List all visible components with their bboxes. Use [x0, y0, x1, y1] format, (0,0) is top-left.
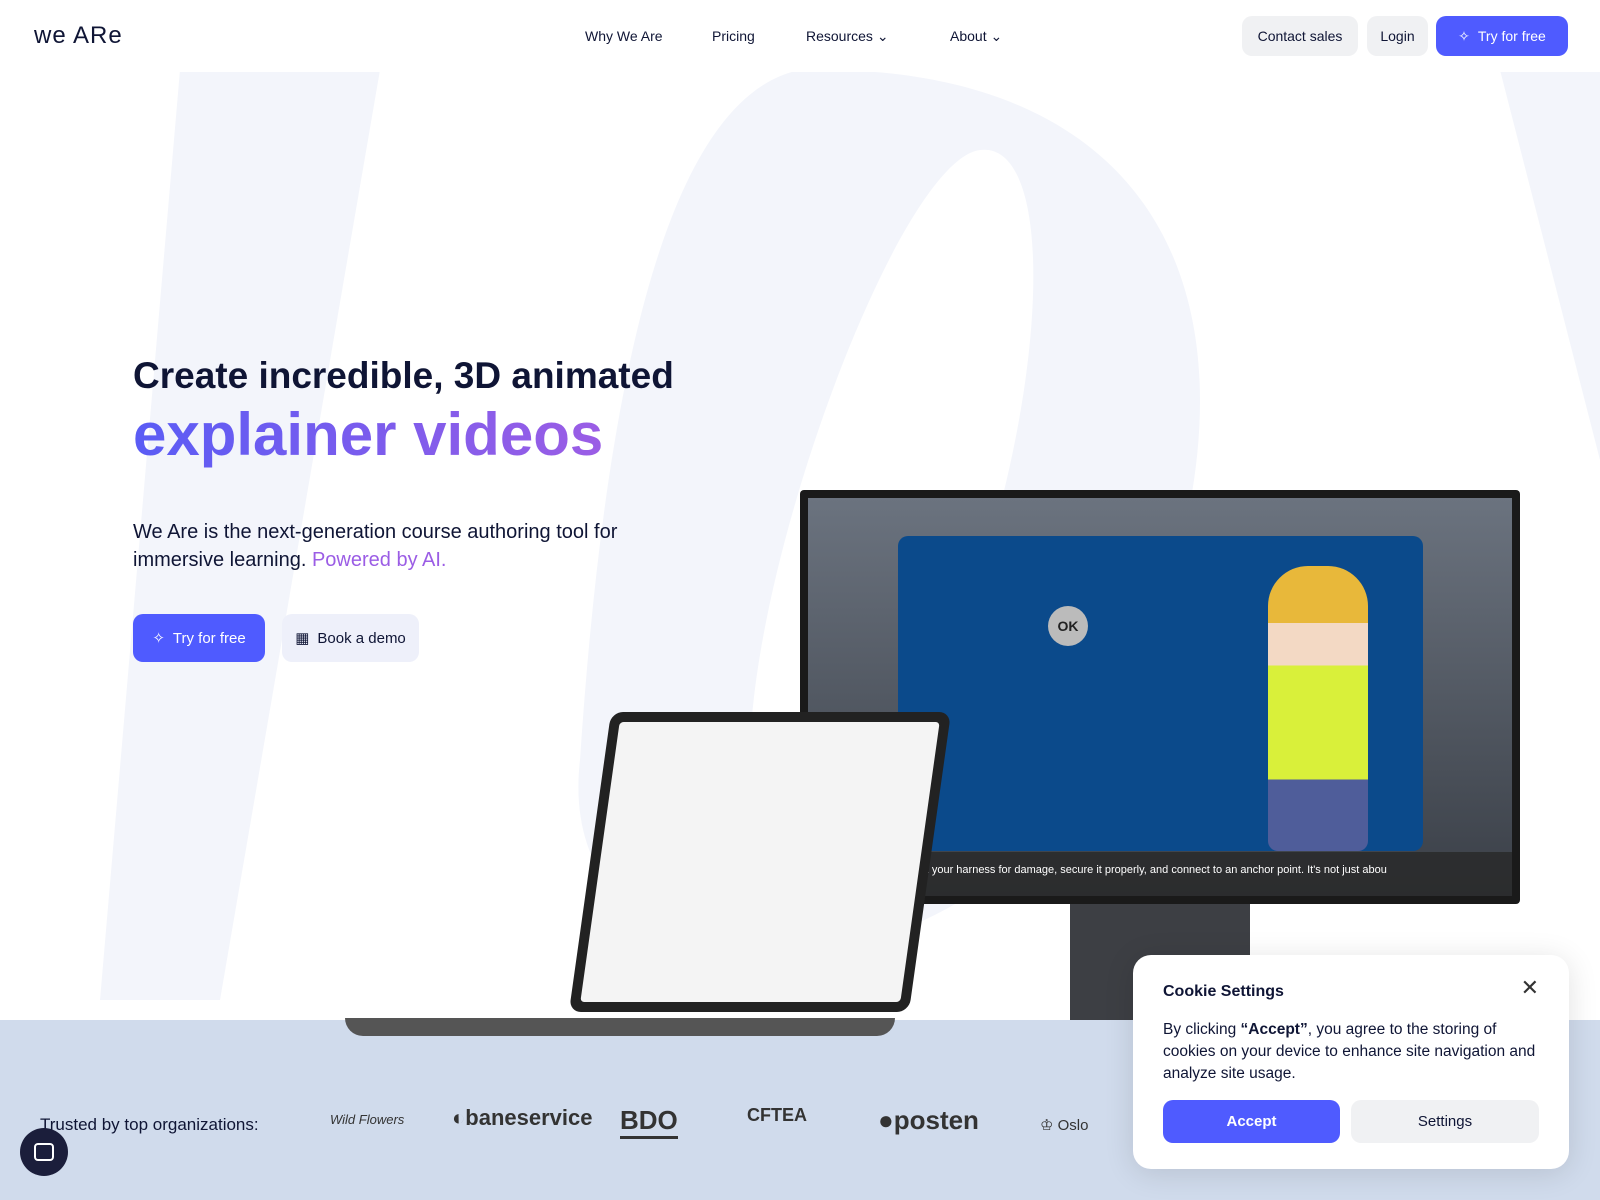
laptop-mockup: [568, 712, 952, 1012]
try-for-free-header-button[interactable]: ✧ Try for free: [1436, 16, 1568, 56]
logo[interactable]: we ARe: [34, 22, 123, 50]
try-label: Try for free: [1477, 28, 1546, 44]
contact-sales-button[interactable]: Contact sales: [1242, 16, 1358, 56]
accept-button[interactable]: Accept: [1163, 1100, 1340, 1143]
ok-badge: OK: [1048, 606, 1088, 646]
hero-description: We Are is the next-generation course aut…: [133, 518, 653, 574]
try-for-free-button[interactable]: ✧ Try for free: [133, 614, 265, 662]
logo-bdo: BDO: [620, 1105, 678, 1139]
chat-icon: [34, 1143, 54, 1161]
try-label: Try for free: [172, 629, 246, 647]
hero-title: Create incredible, 3D animated: [133, 355, 674, 396]
cookie-text: By clicking “Accept”, you agree to the s…: [1163, 1019, 1543, 1085]
cookie-text-before: By clicking: [1163, 1021, 1241, 1038]
powered-by-ai: Powered by AI.: [311, 549, 447, 571]
top-nav: we ARe Why We Are Pricing Resources ⌄ Ab…: [0, 0, 1600, 72]
logo-oslo: ♔ Oslo: [1040, 1116, 1088, 1134]
calendar-icon: ▦: [295, 630, 310, 647]
settings-button[interactable]: Settings: [1351, 1100, 1539, 1143]
nav-about[interactable]: About ⌄: [950, 28, 1002, 45]
nav-about-label: About: [950, 27, 987, 44]
nav-pricing[interactable]: Pricing: [712, 28, 755, 44]
chevron-down-icon: ⌄: [876, 27, 889, 44]
chat-launcher-button[interactable]: [20, 1128, 68, 1176]
nav-resources-label: Resources: [806, 27, 873, 44]
logo-baneservice: ◐baneservice: [452, 1105, 593, 1131]
baneservice-text: baneservice: [465, 1105, 593, 1130]
sparkle-icon: ✧: [152, 630, 165, 647]
chevron-down-icon: ⌄: [990, 27, 1003, 44]
posten-icon: ●: [878, 1105, 894, 1135]
oslo-text: Oslo: [1057, 1117, 1089, 1134]
login-button[interactable]: Login: [1367, 16, 1428, 56]
worker-character: [1268, 566, 1368, 851]
logo-posten: ●posten: [878, 1105, 979, 1136]
nav-resources[interactable]: Resources ⌄: [806, 28, 889, 45]
logo-cftea: CFTEA: [747, 1105, 807, 1125]
nav-why-we-are[interactable]: Why We Are: [585, 28, 663, 44]
hero-title-highlight: explainer videos: [133, 401, 604, 468]
cookie-dialog: Cookie Settings ✕ By clicking “Accept”, …: [1133, 955, 1569, 1169]
posten-text: posten: [893, 1105, 979, 1135]
trusted-label: Trusted by top organizations:: [40, 1115, 259, 1134]
cookie-accept-word: “Accept”: [1240, 1021, 1308, 1038]
harness-panel: OK: [898, 536, 1423, 851]
demo-label: Book a demo: [317, 629, 406, 647]
logo-wild-flowers: Wild Flowers: [330, 1112, 405, 1127]
laptop-base: [345, 1018, 895, 1036]
close-icon[interactable]: ✕: [1521, 975, 1539, 1001]
cookie-title: Cookie Settings: [1163, 983, 1284, 1000]
book-demo-button[interactable]: ▦ Book a demo: [282, 614, 419, 662]
baneservice-icon: ◐: [452, 1105, 466, 1130]
oslo-crest-icon: ♔: [1040, 1117, 1054, 1134]
sparkle-icon: ✧: [1458, 27, 1470, 44]
